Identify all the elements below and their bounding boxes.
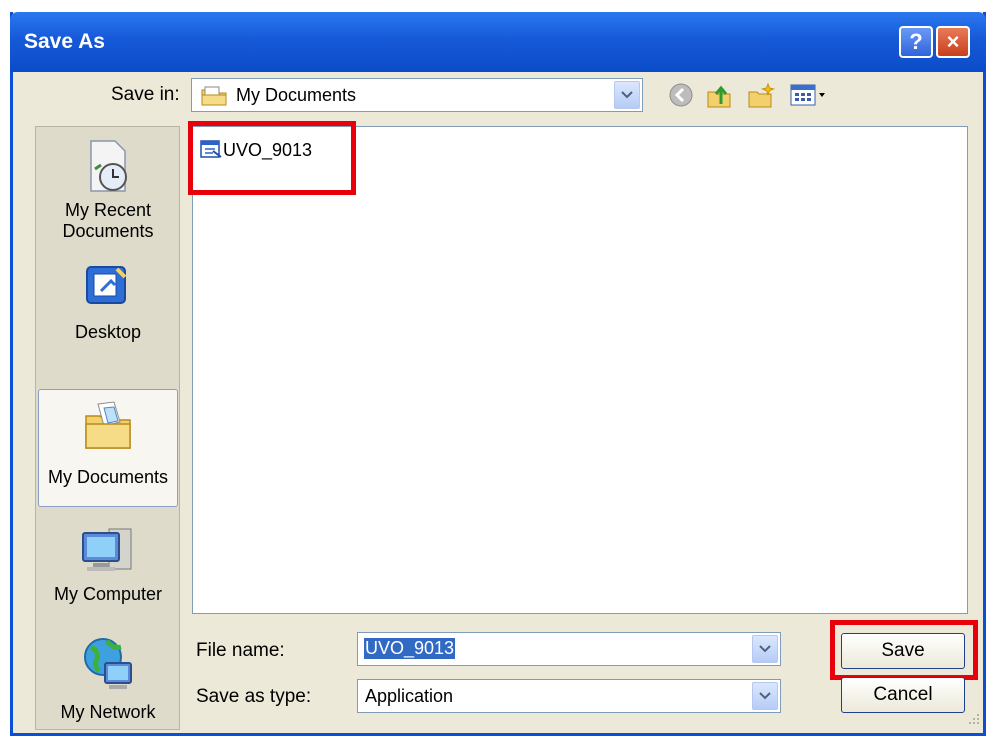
save-as-type-label: Save as type: <box>196 686 312 707</box>
places-bar: My Recent Documents Desktop My Documents… <box>35 126 180 730</box>
places-label: My Recent <box>64 200 152 220</box>
highlight-box-save <box>830 620 978 680</box>
save-in-dropdown[interactable]: My Documents <box>191 78 643 112</box>
save-as-dialog: Save As ? × Save in: My Documents My Rec… <box>10 12 986 736</box>
save-as-type-dropdown[interactable]: Application <box>357 679 781 713</box>
dialog-title: Save As <box>24 30 105 53</box>
my-computer-icon <box>38 523 178 582</box>
folder-icon <box>200 85 228 112</box>
resize-grip-icon[interactable] <box>967 712 981 731</box>
cancel-button[interactable]: Cancel <box>841 677 965 713</box>
save-as-type-value: Application <box>365 686 454 706</box>
help-button[interactable]: ? <box>899 26 933 58</box>
close-button[interactable]: × <box>936 26 970 58</box>
file-name-input[interactable]: UVO_9013 <box>357 632 781 666</box>
places-item-my-computer[interactable]: My Computer <box>38 523 178 613</box>
views-menu-icon[interactable] <box>789 82 829 113</box>
places-label: Desktop <box>74 322 142 342</box>
title-bar[interactable]: Save As ? × <box>10 12 986 72</box>
my-documents-icon <box>39 398 177 457</box>
places-item-my-network[interactable]: My Network <box>38 635 178 729</box>
places-label: My Computer <box>53 584 163 604</box>
places-label: Documents <box>62 221 154 241</box>
chevron-down-icon[interactable] <box>614 81 640 109</box>
chevron-down-icon[interactable] <box>752 635 778 663</box>
highlight-box-file <box>188 121 356 195</box>
save-in-label: Save in: <box>111 84 180 105</box>
up-folder-icon[interactable] <box>705 82 733 115</box>
places-label: My Network <box>60 702 156 722</box>
places-item-recent-documents[interactable]: My Recent Documents <box>38 139 178 243</box>
save-in-value: My Documents <box>236 85 357 105</box>
places-item-my-documents[interactable]: My Documents <box>38 389 178 507</box>
recent-documents-icon <box>38 139 178 200</box>
file-name-value: UVO_9013 <box>364 638 456 659</box>
desktop-icon <box>38 261 178 316</box>
my-network-icon <box>38 635 178 698</box>
file-name-label: File name: <box>196 640 285 661</box>
places-label: My Documents <box>47 467 169 487</box>
chevron-down-icon[interactable] <box>752 682 778 710</box>
places-item-desktop[interactable]: Desktop <box>38 261 178 353</box>
new-folder-icon[interactable] <box>746 82 776 115</box>
back-icon[interactable] <box>668 82 694 113</box>
file-list[interactable]: UVO_9013 <box>192 126 968 614</box>
